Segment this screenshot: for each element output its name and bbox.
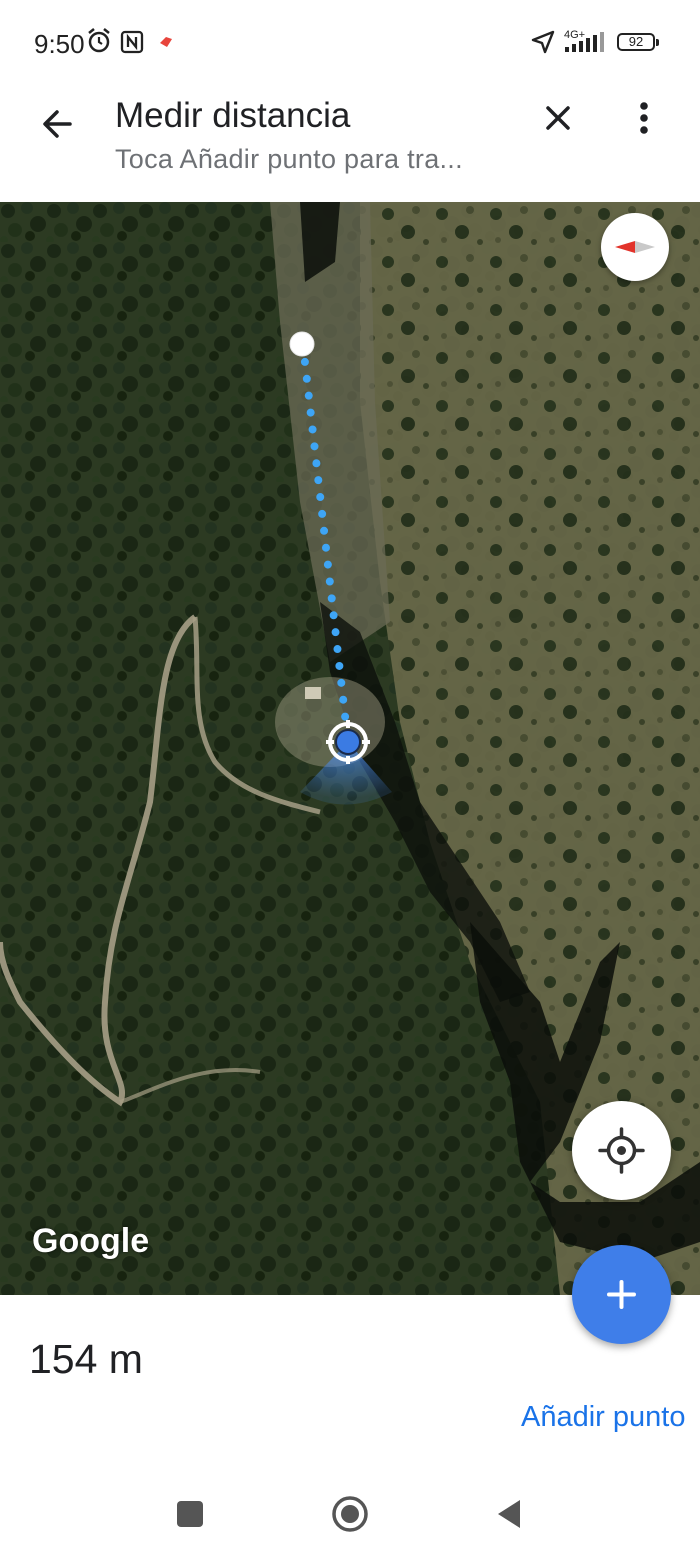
google-attribution: Google (32, 1222, 150, 1260)
app-notification-icon (160, 37, 172, 47)
system-nav-bar (0, 1470, 700, 1557)
compass-button[interactable] (601, 213, 669, 281)
measurement-start-point (289, 331, 315, 357)
home-circle-icon[interactable] (328, 1492, 372, 1536)
page-title: Medir distancia (115, 96, 351, 135)
status-bar: 9:50 4G+ 92 (0, 0, 700, 82)
recents-square-icon[interactable] (168, 1492, 212, 1536)
user-location-dot (335, 729, 361, 755)
add-point-fab[interactable] (572, 1245, 671, 1344)
satellite-map[interactable]: Google (0, 202, 700, 1295)
more-vert-icon[interactable] (616, 90, 672, 146)
distance-value: 154 m (29, 1336, 143, 1382)
nfc-icon (120, 30, 144, 54)
battery-icon: 92 (617, 33, 659, 51)
status-time: 9:50 (34, 29, 85, 59)
location-arrow-icon (531, 30, 555, 54)
app-header: Medir distancia Toca Añadir punto para t… (0, 82, 700, 202)
my-location-button[interactable] (572, 1101, 671, 1200)
signal-icon (565, 32, 604, 52)
alarm-icon (88, 28, 110, 53)
back-triangle-icon[interactable] (488, 1492, 532, 1536)
add-point-button[interactable]: Añadir punto (521, 1401, 685, 1434)
plus-icon (607, 1280, 636, 1309)
my-location-icon (598, 1127, 645, 1174)
close-icon[interactable] (530, 90, 586, 146)
compass-icon (615, 241, 655, 253)
back-arrow-icon[interactable] (30, 96, 86, 152)
page-subtitle: Toca Añadir punto para tra... (115, 144, 463, 174)
